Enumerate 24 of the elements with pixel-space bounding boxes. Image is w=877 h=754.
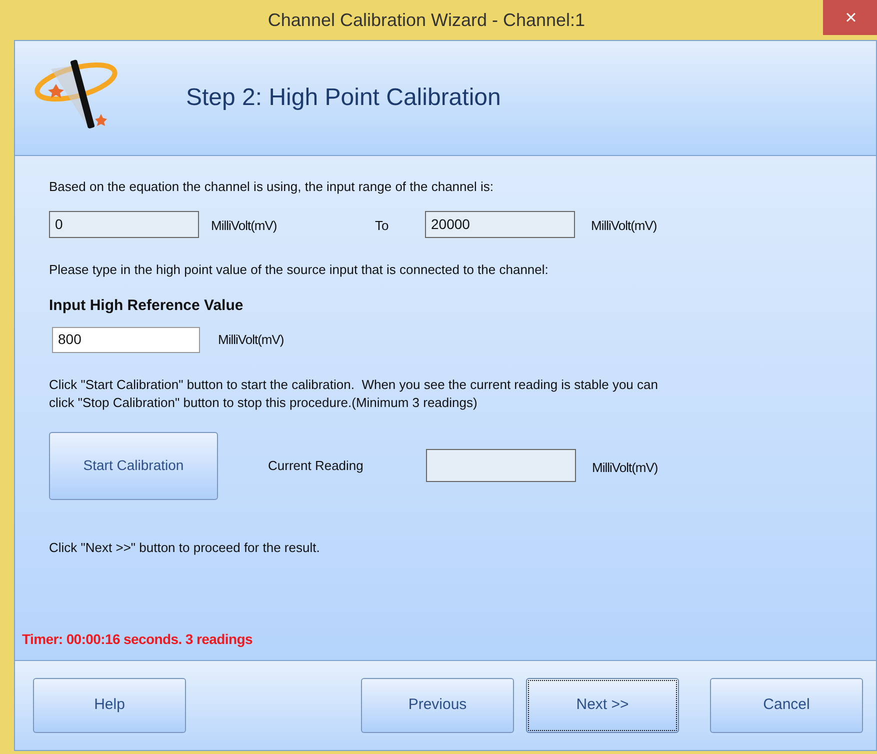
to-label: To bbox=[375, 217, 390, 236]
unit-label: MilliVolt(mV) bbox=[591, 217, 657, 236]
current-reading-label: Current Reading bbox=[268, 456, 364, 475]
calibration-instructions: Click "Start Calibration" button to start the calibration. When you see the current reading is stable you can click "Stop Calibration" button to stop this procedure.(Minimum 3 readings) bbox=[49, 376, 659, 412]
range-to-field[interactable]: 20000 bbox=[425, 210, 575, 238]
wizard-button[interactable]: Next >> bbox=[526, 678, 679, 733]
range-from-field[interactable]: 0 bbox=[49, 210, 199, 238]
reference-label: Input High Reference Value bbox=[49, 296, 244, 316]
wizard-button[interactable]: Previous bbox=[361, 678, 514, 733]
reference-description: Please type in the high point value of the source input that is connected to the channel: bbox=[49, 260, 550, 279]
unit-label: MilliVolt(mV) bbox=[218, 330, 284, 349]
range-description: Based on the equation the channel is using, the input range of the channel is: bbox=[49, 178, 494, 196]
close-button[interactable]: × bbox=[823, 0, 877, 35]
current-reading-field[interactable] bbox=[426, 449, 576, 482]
unit-label: MilliVolt(mV) bbox=[211, 217, 278, 236]
wizard-button[interactable]: Help bbox=[33, 678, 186, 733]
next-hint: Click "Next >>" button to proceed for the result. bbox=[49, 538, 321, 557]
window-title: Channel Calibration Wizard - Channel:1 bbox=[266, 8, 586, 32]
unit-label: MilliVolt(mV) bbox=[592, 458, 658, 477]
timer-status: Timer: 00:00:16 seconds. 3 readings bbox=[22, 630, 254, 649]
start-calibration-button[interactable]: Start Calibration bbox=[49, 432, 218, 500]
reference-value-field[interactable]: 800 bbox=[52, 326, 200, 352]
step-title: Step 2: High Point Calibration bbox=[186, 83, 501, 113]
wizard-button[interactable]: Cancel bbox=[710, 678, 863, 733]
